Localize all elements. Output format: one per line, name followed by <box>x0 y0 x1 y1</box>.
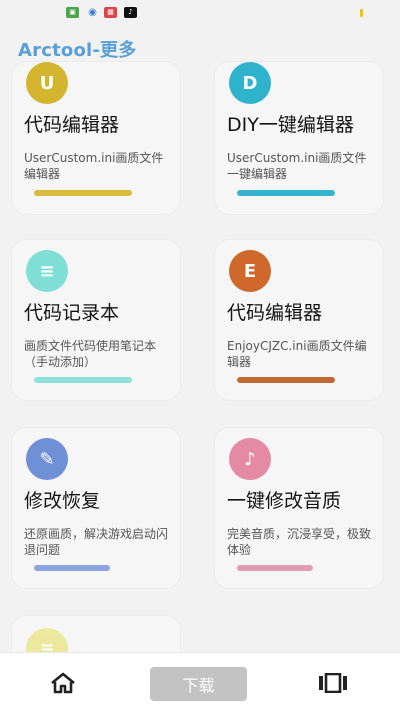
card-title: 代码编辑器 <box>227 302 323 324</box>
card-title: 一键修改音质 <box>227 490 342 512</box>
card-diy-editor[interactable]: D DIY一键编辑器 UserCustom.ini画质文件一键编辑器 <box>215 62 383 214</box>
card-audio-quality[interactable]: ♪ 一键修改音质 完美音质，沉浸享受，极致体验 <box>215 428 383 588</box>
battery-icon <box>360 9 363 17</box>
card-accent-bar <box>237 377 335 383</box>
card-title: DIY一键编辑器 <box>227 114 354 136</box>
card-accent-bar <box>34 565 110 571</box>
edit-icon: ✎ <box>26 438 68 480</box>
bottom-nav: 下载 <box>0 652 400 711</box>
card-accent-bar <box>34 190 132 196</box>
card-title: 代码编辑器 <box>24 114 120 136</box>
card-description: UserCustom.ini画质文件编辑器 <box>24 151 164 181</box>
letter-e-icon: E <box>229 250 271 292</box>
card-description: 完美音质，沉浸享受，极致体验 <box>227 527 372 557</box>
card-accent-bar <box>34 377 132 383</box>
card-accent-bar <box>237 190 335 196</box>
card-description: EnjoyCJZC.ini画质文件编辑器 <box>227 339 367 369</box>
card-description: 还原画质，解决游戏启动闪退问题 <box>24 527 169 557</box>
home-icon[interactable] <box>48 671 78 695</box>
tiktok-icon: ♪ <box>124 7 137 18</box>
app-green-icon: ▣ <box>66 7 79 18</box>
status-bar: ▣ ◉ ▦ ♪ <box>0 0 400 26</box>
film-icon[interactable] <box>318 671 348 695</box>
letter-d-icon: D <box>229 62 271 104</box>
letter-u-icon: U <box>26 62 68 104</box>
notebook-icon: ≡ <box>26 250 68 292</box>
card-description: UserCustom.ini画质文件一键编辑器 <box>227 151 367 181</box>
download-button[interactable]: 下载 <box>150 667 247 701</box>
page-title: Arctool-更多 <box>18 40 137 61</box>
card-description: 画质文件代码使用笔记本（手动添加） <box>24 339 157 369</box>
app-red-icon: ▦ <box>104 7 117 18</box>
card-code-notebook[interactable]: ≡ 代码记录本 画质文件代码使用笔记本（手动添加） <box>12 240 180 400</box>
card-code-editor-usercustom[interactable]: U 代码编辑器 UserCustom.ini画质文件编辑器 <box>12 62 180 214</box>
card-code-editor-enjoy[interactable]: E 代码编辑器 EnjoyCJZC.ini画质文件编辑器 <box>215 240 383 400</box>
speaker-icon: ♪ <box>229 438 271 480</box>
eye-icon: ◉ <box>88 7 97 18</box>
card-title: 修改恢复 <box>24 490 101 512</box>
card-title: 代码记录本 <box>24 302 120 324</box>
card-accent-bar <box>237 565 313 571</box>
card-restore[interactable]: ✎ 修改恢复 还原画质，解决游戏启动闪退问题 <box>12 428 180 588</box>
